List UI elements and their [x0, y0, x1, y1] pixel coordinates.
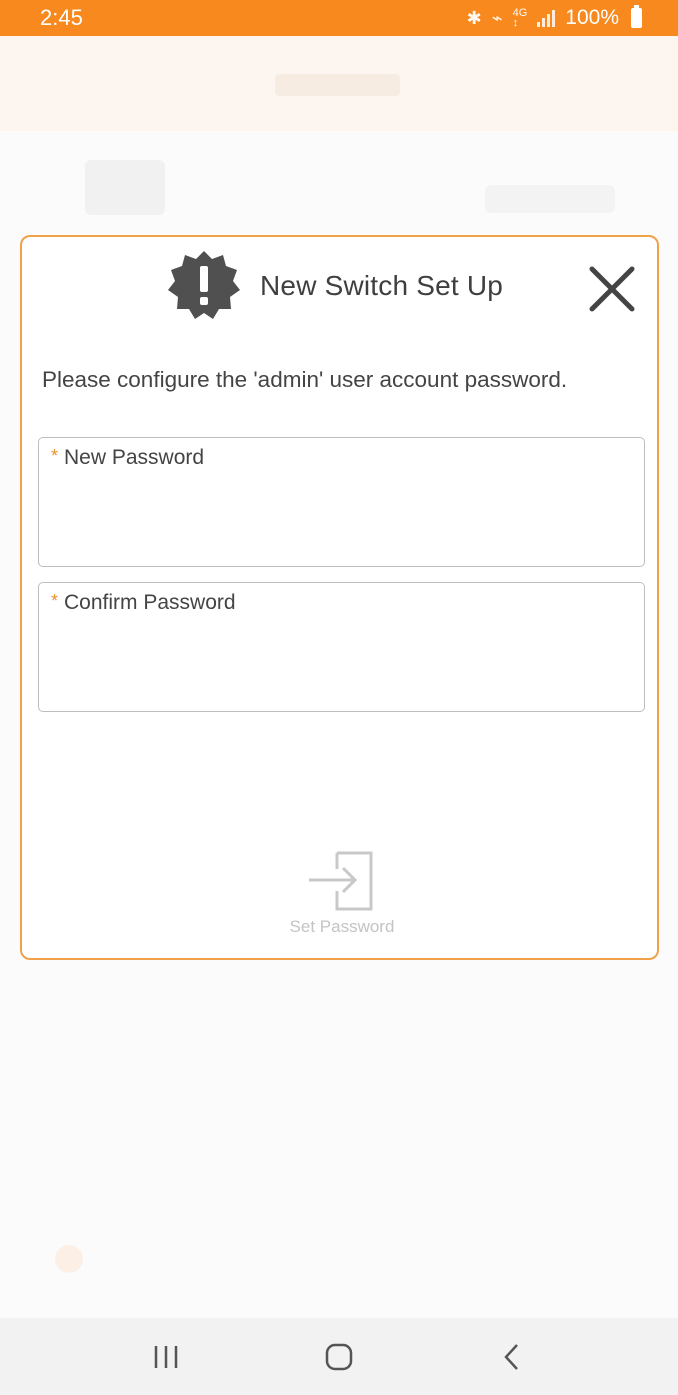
status-bar: 2:45 ✱ ⌁ 4G ↕ 100%: [0, 0, 678, 36]
close-button[interactable]: [584, 261, 640, 317]
confirm-password-label-text: Confirm Password: [64, 591, 236, 614]
dialog-title: New Switch Set Up: [260, 270, 504, 301]
new-password-label-text: New Password: [64, 446, 205, 469]
back-button[interactable]: [482, 1327, 542, 1387]
background-footer-icon: [55, 1245, 83, 1273]
signal-icon: [537, 9, 556, 27]
battery-icon: [631, 5, 642, 28]
bluetooth-icon: ✱: [466, 7, 482, 28]
background-header-title: [275, 74, 400, 96]
recent-apps-button[interactable]: [136, 1327, 196, 1387]
dialog-header: New Switch Set Up: [22, 237, 657, 337]
battery-percent: 100%: [565, 6, 619, 29]
required-marker: *: [51, 446, 59, 466]
new-switch-setup-dialog: New Switch Set Up Please configure the '…: [20, 235, 659, 960]
set-password-button[interactable]: Set Password: [272, 845, 412, 945]
status-time: 2:45: [40, 5, 83, 30]
background-logo: [85, 160, 165, 215]
confirm-password-label: * Confirm Password: [51, 591, 236, 615]
alert-icon: [168, 251, 240, 319]
mute-icon: ⌁: [491, 7, 503, 28]
background-button: [485, 185, 615, 213]
background-app-header: [0, 36, 678, 131]
close-icon: [589, 266, 635, 312]
new-password-field[interactable]: * New Password: [38, 437, 645, 567]
new-password-label: * New Password: [51, 446, 204, 470]
new-password-input[interactable]: [51, 488, 631, 548]
confirm-password-input[interactable]: [51, 633, 631, 693]
home-icon: [325, 1343, 353, 1370]
status-icons: ✱ ⌁ 4G ↕ 100%: [466, 5, 642, 30]
confirm-password-field[interactable]: * Confirm Password: [38, 582, 645, 712]
4g-icon: 4G ↕: [512, 7, 528, 29]
login-arrow-icon: [309, 851, 373, 911]
set-password-label: Set Password: [289, 917, 395, 936]
dialog-instruction: Please configure the 'admin' user accoun…: [42, 367, 568, 392]
system-nav-bar: [0, 1318, 678, 1395]
back-icon: [503, 1343, 518, 1370]
required-marker: *: [51, 591, 59, 611]
home-button[interactable]: [309, 1327, 369, 1387]
recent-apps-icon: [155, 1345, 178, 1368]
